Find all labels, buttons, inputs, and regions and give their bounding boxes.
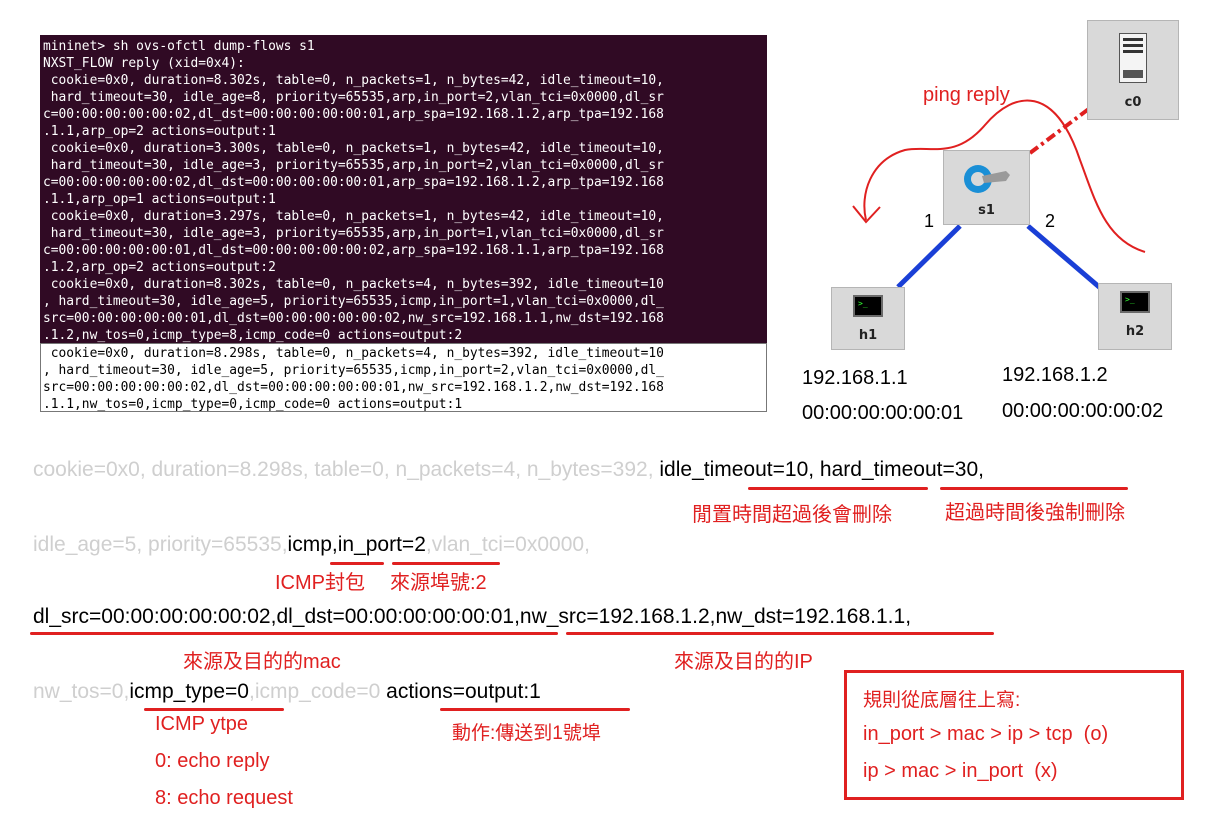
icmp-type-8-annotation: 8: echo request xyxy=(155,787,293,809)
icmp-field: icmp xyxy=(287,533,332,556)
h1-label: h1 xyxy=(858,328,878,343)
hard-timeout-field: hard_timeout=30 xyxy=(819,458,979,481)
icmp-type-underline xyxy=(144,708,284,711)
nw-src-dst-field: nw_src=192.168.1.2,nw_dst=192.168.1.1 xyxy=(519,605,906,628)
flow-line-3: dl_src=00:00:00:00:00:02,dl_dst=00:00:00… xyxy=(33,605,911,629)
idle-timeout-field: idle_timeout=10 xyxy=(659,458,809,481)
h2-ip: 192.168.1.2 xyxy=(1002,364,1108,386)
ip-underline xyxy=(566,632,994,635)
in-port-annotation: 來源埠號:2 xyxy=(390,572,487,594)
ping-reply-label: ping reply xyxy=(923,84,1010,106)
controller-label: c0 xyxy=(1124,95,1142,110)
h2-label: h2 xyxy=(1125,324,1145,339)
flow-line-1: cookie=0x0, duration=8.298s, table=0, n_… xyxy=(33,458,984,482)
rules-correct-order: in_port > mac > ip > tcp (o) xyxy=(863,723,1109,745)
switch-label: s1 xyxy=(978,203,995,218)
h2-mac: 00:00:00:00:00:02 xyxy=(1002,400,1164,422)
terminal-icon: >_ xyxy=(1120,291,1150,313)
line1-gray-text: cookie=0x0, duration=8.298s, table=0, n_… xyxy=(33,458,660,481)
rules-box: 規則從底層往上寫: in_port > mac > ip > tcp (o) i… xyxy=(844,670,1184,800)
actions-field: actions=output:1 xyxy=(386,680,541,703)
separator: , xyxy=(978,458,984,481)
h1-mac: 00:00:00:00:00:01 xyxy=(802,402,964,424)
link-s1-h1 xyxy=(896,224,962,289)
controller-node[interactable]: c0 xyxy=(1087,20,1179,120)
in-port-underline xyxy=(392,562,500,565)
mac-underline xyxy=(30,632,558,635)
actions-annotation: 動作:傳送到1號埠 xyxy=(452,723,601,744)
mac-annotation: 來源及目的的mac xyxy=(183,651,341,673)
line2-gray-text: idle_age=5, priority=65535, xyxy=(33,533,288,556)
switch-node[interactable]: s1 xyxy=(943,150,1030,225)
icmp-annotation: ICMP封包 xyxy=(275,572,365,594)
flow-line-4: nw_tos=0,icmp_type=0,icmp_code=0 actions… xyxy=(33,680,541,704)
host-h2-node[interactable]: >_ h2 xyxy=(1098,283,1172,350)
in-port-field: in_port=2 xyxy=(337,533,426,556)
icmp-type-field: icmp_type=0 xyxy=(129,680,249,703)
actions-underline xyxy=(440,708,630,711)
control-link xyxy=(1028,106,1092,155)
terminal-icon: >_ xyxy=(853,295,883,317)
line4-gray-mid: ,icmp_code=0 xyxy=(248,680,387,703)
dl-src-dst-field: dl_src=00:00:00:00:00:02,dl_dst=00:00:00… xyxy=(33,605,515,628)
idle-timeout-underline xyxy=(748,487,928,490)
idle-timeout-annotation: 閒置時間超過後會刪除 xyxy=(692,504,892,526)
rules-heading: 規則從底層往上寫: xyxy=(863,690,1021,711)
rules-wrong-order: ip > mac > in_port (x) xyxy=(863,760,1058,782)
host-h1-node[interactable]: >_ h1 xyxy=(831,287,905,350)
port-1-label: 1 xyxy=(924,211,935,231)
line2-gray-end: ,vlan_tci=0x0000, xyxy=(425,533,590,556)
flow-line-2: idle_age=5, priority=65535,icmp,in_port=… xyxy=(33,533,590,557)
line4-gray-text: nw_tos=0, xyxy=(33,680,130,703)
switch-icon xyxy=(964,165,1010,193)
server-icon xyxy=(1119,33,1147,83)
icmp-type-annotation-title: ICMP ytpe xyxy=(155,713,248,735)
link-s1-h2 xyxy=(1026,224,1107,294)
separator: , xyxy=(905,605,912,628)
port-2-label: 2 xyxy=(1045,211,1056,231)
h1-ip: 192.168.1.1 xyxy=(802,367,908,389)
hard-timeout-annotation: 超過時間後強制刪除 xyxy=(945,502,1125,524)
icmp-type-0-annotation: 0: echo reply xyxy=(155,750,270,772)
hard-timeout-underline xyxy=(940,487,1128,490)
separator: , xyxy=(808,458,820,481)
icmp-underline xyxy=(330,562,384,565)
ip-annotation: 來源及目的的IP xyxy=(674,651,813,673)
